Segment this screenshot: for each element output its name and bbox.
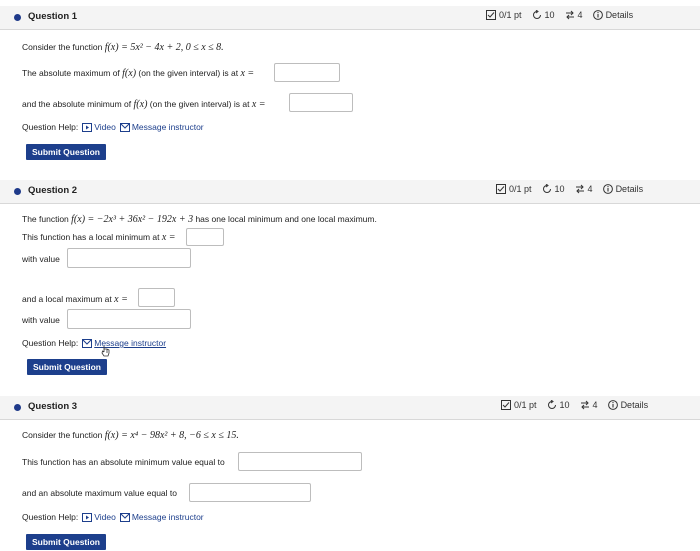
mail-icon	[119, 512, 130, 522]
details-link[interactable]: Details	[621, 400, 649, 410]
question-2-header: Question 2 0/1 pt 10 4 Details	[0, 180, 700, 204]
question-3-header: Question 3 0/1 pt 10 4 Details	[0, 396, 700, 420]
q2-max-value-label: with value	[22, 315, 60, 325]
video-icon	[82, 512, 93, 522]
question-bullet	[14, 404, 21, 411]
question-meta: 0/1 pt 10 4 Details	[501, 400, 648, 410]
q3-question-help: Question Help: Video Message instructor	[22, 512, 204, 522]
question-bullet	[14, 14, 21, 21]
q2-prompt: The function f(x) = −2x³ + 36x² − 192x +…	[22, 214, 377, 225]
q3-min-label: This function has an absolute minimum va…	[22, 457, 225, 467]
mail-icon	[82, 338, 93, 348]
retries: 10	[554, 184, 565, 194]
mail-icon	[119, 122, 130, 132]
q3-max-label: and an absolute maximum value equal to	[22, 488, 177, 498]
score-checkbox-icon	[486, 10, 496, 20]
q1-submit-button[interactable]: Submit Question	[26, 144, 106, 160]
info-icon[interactable]	[607, 400, 618, 410]
attempts: 4	[592, 400, 598, 410]
info-icon[interactable]	[602, 184, 613, 194]
q3-min-value-input[interactable]	[238, 452, 362, 471]
attempts: 4	[587, 184, 593, 194]
q2-min-prompt: This function has a local minimum at x =	[22, 232, 176, 243]
retries: 10	[559, 400, 570, 410]
q3-submit-button[interactable]: Submit Question	[26, 534, 106, 550]
retry-icon	[532, 10, 541, 19]
q2-max-value-input[interactable]	[67, 309, 191, 329]
q2-min-value-input[interactable]	[67, 248, 191, 268]
retries: 10	[544, 10, 555, 20]
video-icon	[82, 122, 93, 132]
q2-submit-button[interactable]: Submit Question	[27, 359, 107, 375]
attempts-icon	[580, 400, 589, 410]
attempts-icon	[575, 184, 584, 194]
q1-max-input[interactable]	[274, 63, 340, 82]
q2-min-x-input[interactable]	[186, 228, 224, 246]
video-link[interactable]: Video	[82, 122, 116, 132]
q2-question-help: Question Help: Message instructor	[22, 338, 167, 348]
info-icon[interactable]	[592, 10, 603, 20]
q1-max-prompt: The absolute maximum of f(x) (on the giv…	[22, 68, 255, 79]
q1-question-help: Question Help: Video Message instructor	[22, 122, 204, 132]
q1-min-prompt: and the absolute minimum of f(x) (on the…	[22, 99, 266, 110]
question-meta: 0/1 pt 10 4 Details	[486, 10, 633, 20]
q1-prompt: Consider the function f(x) = 5x² − 4x + …	[22, 42, 224, 53]
q3-prompt: Consider the function f(x) = x⁴ − 98x² +…	[22, 430, 239, 441]
q2-min-value-label: with value	[22, 254, 60, 264]
retry-icon	[542, 184, 551, 193]
details-link[interactable]: Details	[616, 184, 644, 194]
attempts: 4	[577, 10, 583, 20]
attempts-icon	[565, 10, 574, 20]
question-1-header: Question 1 0/1 pt 10 4 Details	[0, 6, 700, 30]
score-checkbox-icon	[496, 184, 506, 194]
retry-icon	[547, 400, 556, 409]
q2-max-prompt: and a local maximum at x =	[22, 294, 128, 305]
video-link[interactable]: Video	[82, 512, 116, 522]
points: 0/1 pt	[499, 10, 522, 20]
question-title: Question 3	[28, 401, 78, 412]
question-title: Question 1	[28, 11, 78, 22]
points: 0/1 pt	[509, 184, 532, 194]
q3-max-value-input[interactable]	[189, 483, 311, 502]
question-meta: 0/1 pt 10 4 Details	[496, 184, 643, 194]
message-instructor-link[interactable]: Message instructor	[119, 122, 204, 132]
question-title: Question 2	[28, 185, 78, 196]
hand-cursor-icon	[101, 346, 110, 357]
message-instructor-link[interactable]: Message instructor	[119, 512, 204, 522]
message-instructor-link[interactable]: Message instructor	[82, 338, 166, 348]
details-link[interactable]: Details	[606, 10, 634, 20]
q2-max-x-input[interactable]	[138, 288, 175, 307]
question-bullet	[14, 188, 21, 195]
q1-min-input[interactable]	[289, 93, 353, 112]
score-checkbox-icon	[501, 400, 511, 410]
points: 0/1 pt	[514, 400, 537, 410]
